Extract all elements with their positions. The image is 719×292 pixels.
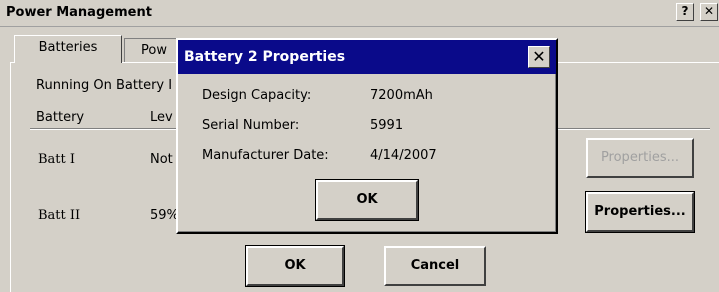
window-title: Power Management — [6, 5, 152, 20]
serial-number-label: Serial Number: — [202, 118, 300, 133]
battery-1-properties-button[interactable]: Properties... — [586, 138, 694, 178]
dialog-title: Battery 2 Properties — [184, 49, 346, 65]
help-button[interactable]: ? — [676, 3, 694, 21]
dialog-ok-button[interactable]: OK — [315, 179, 419, 221]
battery-1-name: Batt I — [38, 152, 76, 167]
manufacturer-date-label: Manufacturer Date: — [202, 148, 329, 163]
battery-1-level: Not — [150, 152, 173, 167]
manufacturer-date-value: 4/14/2007 — [370, 148, 437, 163]
battery-properties-dialog: Battery 2 Properties ✕ Design Capacity: … — [176, 38, 558, 234]
window-close-button[interactable]: ✕ — [700, 3, 718, 21]
serial-number-value: 5991 — [370, 118, 404, 133]
column-header-battery: Battery — [36, 110, 85, 125]
ok-button[interactable]: OK — [245, 245, 345, 287]
window-titlebar: Power Management ? ✕ — [0, 0, 719, 27]
design-capacity-value: 7200mAh — [370, 88, 433, 103]
design-capacity-label: Design Capacity: — [202, 88, 312, 103]
battery-2-level: 59% — [150, 208, 179, 223]
tab-batteries[interactable]: Batteries — [14, 35, 122, 63]
column-header-level: Lev — [150, 110, 173, 125]
status-text: Running On Battery I — [36, 78, 173, 93]
battery-2-properties-button[interactable]: Properties... — [585, 191, 695, 233]
tab-power[interactable]: Pow — [124, 38, 184, 62]
cancel-button[interactable]: Cancel — [384, 246, 486, 286]
dialog-titlebar: Battery 2 Properties ✕ — [178, 40, 556, 74]
dialog-close-button[interactable]: ✕ — [528, 46, 550, 68]
battery-2-name: Batt II — [38, 208, 81, 223]
